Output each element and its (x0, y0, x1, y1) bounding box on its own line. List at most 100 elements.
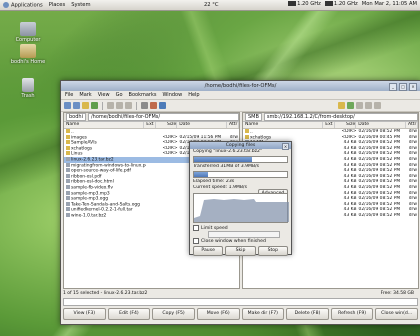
limit-speed-label: Limit speed (201, 225, 228, 231)
menu-view[interactable]: View (98, 92, 110, 98)
window-titlebar[interactable]: /home/bodhi/files-for-OFMs/ _ □ × (61, 81, 420, 91)
window-title: /home/bodhi/files-for-OFMs/ (204, 83, 277, 89)
list-view-icon[interactable] (365, 102, 372, 109)
file-ext (146, 213, 157, 219)
column-ext[interactable]: Ext (144, 122, 157, 128)
refresh-f9-button[interactable]: Refresh (F9) (330, 308, 374, 320)
dialog-titlebar[interactable]: Copying files × (190, 142, 291, 150)
top-panel: Applications Places System 22 °C 1.20 GH… (0, 0, 420, 11)
menu-file[interactable]: File (65, 92, 73, 98)
close-window-f10-button[interactable]: Close win(d... (375, 308, 418, 320)
home-icon[interactable] (347, 102, 354, 109)
file-icon (66, 168, 70, 173)
file-name: wine-1.0.tar.bz2 (64, 212, 146, 219)
copying-label: Copying "linux-2.6.23.tar.bz2" (193, 149, 263, 154)
file-icon (66, 201, 70, 206)
file-icon (66, 156, 70, 161)
view-f3-button[interactable]: View (F3) (63, 308, 106, 320)
applications-menu[interactable]: Applications (3, 1, 43, 9)
column-attr[interactable]: Attr (406, 122, 418, 128)
column-size[interactable]: Size (335, 122, 357, 128)
total-progress-fill (194, 172, 208, 177)
folder-icon (245, 134, 249, 139)
status-bar: 1 of 15 selected - linux-2.6.23.tar.bz2 … (63, 290, 418, 297)
speed-limit-slider[interactable] (208, 231, 280, 238)
left-path-field[interactable]: /home/bodhi/files-for-OFMs/ (87, 113, 239, 121)
system-menu[interactable]: System (71, 2, 90, 9)
menu-bookmarks[interactable]: Bookmarks (129, 92, 157, 98)
file-icon (66, 190, 70, 195)
refresh-icon[interactable] (91, 102, 98, 109)
edit-f4-button[interactable]: Edit (F4) (107, 308, 151, 320)
places-menu[interactable]: Places (49, 2, 66, 9)
desktop-icon-computer[interactable]: Computer (10, 22, 46, 43)
file-attr: drw (408, 212, 417, 218)
minimize-button[interactable]: _ (389, 83, 397, 91)
detail-view-icon[interactable] (374, 102, 381, 109)
copy-f5-button[interactable]: Copy (F5) (152, 308, 195, 320)
column-size[interactable]: Size (156, 122, 178, 128)
folder-icon (66, 140, 70, 145)
up-folder-icon[interactable] (82, 102, 89, 109)
right-path-field[interactable]: smb://192.168.1.2/C/from-desktop/ (263, 113, 418, 121)
dialog-close-button[interactable]: × (282, 143, 289, 150)
menu-window[interactable]: Window (162, 92, 182, 98)
file-icon (66, 184, 70, 189)
dialog-title: Copying files (225, 143, 256, 148)
file-progress-bar (193, 156, 288, 163)
network-icon[interactable] (159, 102, 166, 109)
file-icon (66, 179, 70, 184)
make-dir-f7-button[interactable]: Make dir (F7) (241, 308, 285, 320)
desktop-icon-label: bodhi's Home (10, 59, 46, 65)
desktop-icon-home[interactable]: bodhi's Home (10, 44, 46, 65)
right-status: Free: 34.58 GB (380, 291, 414, 296)
toolbar (61, 100, 420, 112)
toolbar-separator (102, 101, 103, 110)
file-icon (66, 212, 70, 217)
left-drive-button[interactable]: bodhi (66, 113, 86, 121)
skip-button[interactable]: Skip (225, 246, 256, 256)
paste-icon[interactable] (125, 102, 132, 109)
command-input[interactable] (63, 297, 418, 306)
column-name[interactable]: Name (64, 122, 145, 128)
command-line (63, 297, 418, 306)
speed-graph-plot (194, 199, 289, 222)
cut-icon[interactable] (116, 102, 123, 109)
bookmarks-icon[interactable] (338, 102, 345, 109)
panel-clock[interactable]: Mon Mar 2, 11:05 AM (362, 1, 417, 7)
close-window-button[interactable]: × (409, 83, 417, 91)
menu-mark[interactable]: Mark (79, 92, 91, 98)
file-size: 43 KB (343, 212, 357, 218)
desktop-icon-trash[interactable]: Trash (10, 78, 46, 99)
column-ext[interactable]: Ext (323, 122, 336, 128)
menu-help[interactable]: Help (188, 92, 199, 98)
delete-f8-button[interactable]: Delete (F8) (286, 308, 329, 320)
cpu2-indicator[interactable]: 1.20 GHz (324, 1, 358, 7)
menubar: File Mark View Go Bookmarks Window Help (61, 91, 420, 100)
close-when-finished-label: Close window when finished (201, 238, 266, 244)
menu-go[interactable]: Go (116, 92, 123, 98)
hidden-files-icon[interactable] (356, 102, 363, 109)
move-f6-button[interactable]: Move (F6) (196, 308, 240, 320)
pause-button[interactable]: Pause (193, 246, 224, 256)
forward-icon[interactable] (73, 102, 80, 109)
column-date[interactable]: Date (177, 122, 227, 128)
folder-icon (66, 151, 70, 156)
checkbox-box (193, 225, 199, 231)
column-attr[interactable]: Attr (227, 122, 239, 128)
stop-button[interactable]: Stop (257, 246, 288, 256)
back-icon[interactable] (64, 102, 71, 109)
cpu1-indicator[interactable]: 1.20 GHz (288, 1, 321, 7)
cpu2-label: 1.20 GHz (333, 1, 358, 7)
maximize-button[interactable]: □ (399, 83, 407, 91)
search-icon[interactable] (150, 102, 157, 109)
folder-icon (66, 134, 70, 139)
column-name[interactable]: Name (243, 122, 324, 128)
computer-icon (20, 22, 36, 36)
terminal-icon[interactable] (141, 102, 148, 109)
right-drive-button[interactable]: SMB (245, 113, 262, 121)
column-date[interactable]: Date (356, 122, 406, 128)
applications-menu-label: Applications (11, 2, 43, 9)
cpu-icon (324, 1, 333, 6)
copy-icon[interactable] (107, 102, 114, 109)
